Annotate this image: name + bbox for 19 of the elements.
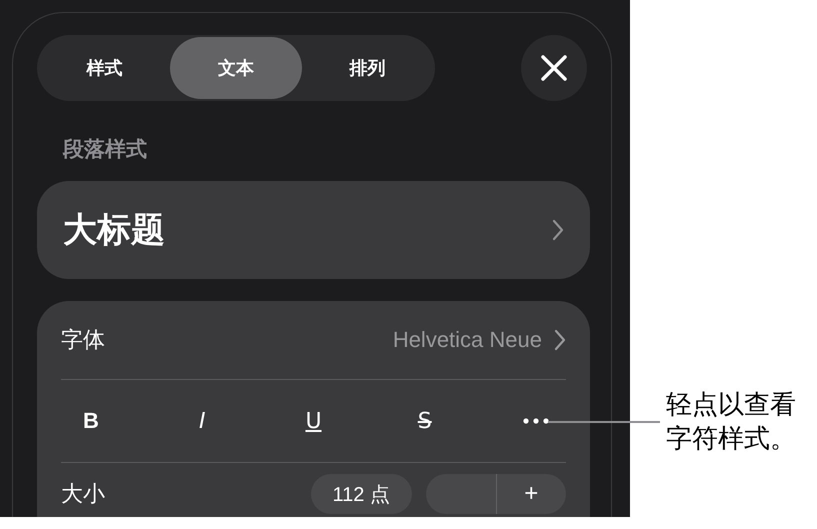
close-icon <box>540 54 568 82</box>
tab[interactable]: 文本 <box>170 37 302 99</box>
strike-button[interactable]: S <box>394 399 455 443</box>
underline-button[interactable]: U <box>284 399 344 443</box>
chevron-right-icon <box>552 219 564 241</box>
font-label: 字体 <box>61 326 105 354</box>
chevron-right-icon <box>554 329 566 351</box>
bold-button[interactable]: B <box>61 399 121 443</box>
more-icon <box>523 418 549 424</box>
tab[interactable]: 样式 <box>39 37 170 99</box>
callout-text: 轻点以查看字符样式。 <box>666 388 797 455</box>
increment-button[interactable]: + <box>496 474 566 514</box>
size-value[interactable]: 112 点 <box>310 474 412 514</box>
size-label: 大小 <box>61 480 105 508</box>
tab[interactable]: 排列 <box>302 37 433 99</box>
font-picker[interactable]: Helvetica Neue <box>392 327 566 353</box>
italic-button[interactable]: I <box>172 399 232 443</box>
section-label: 段落样式 <box>63 137 148 163</box>
paragraph-style-button[interactable]: 大标题 <box>37 181 590 279</box>
